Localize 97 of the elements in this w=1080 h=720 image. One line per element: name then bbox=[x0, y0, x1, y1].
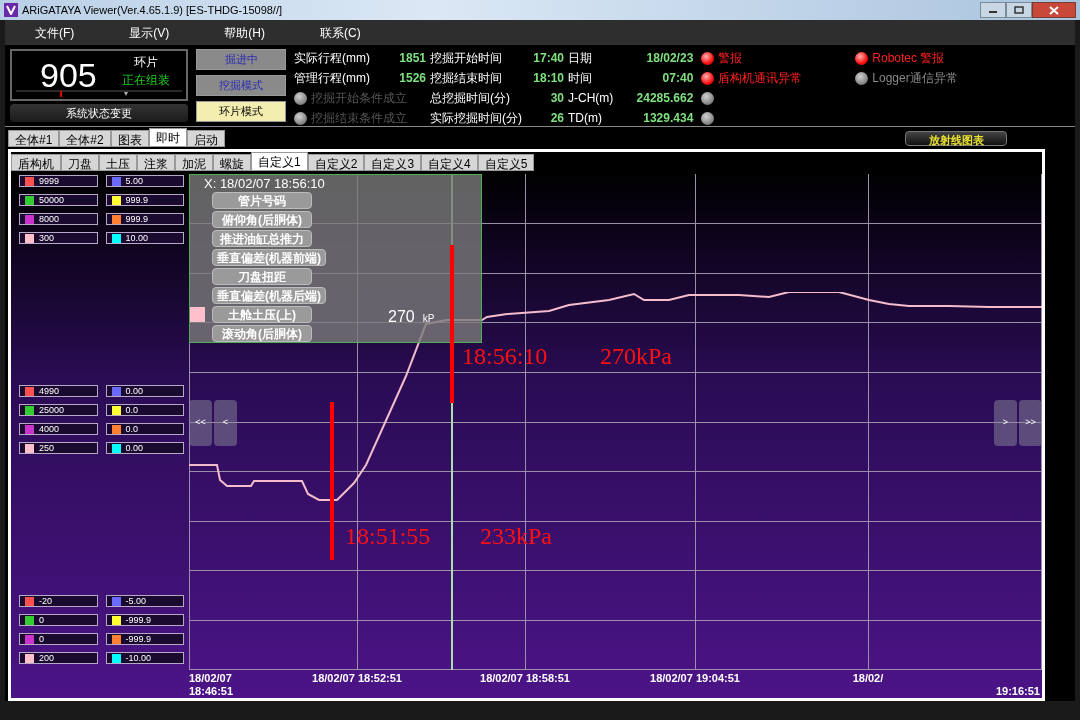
reading-value: 26 bbox=[549, 110, 564, 127]
reading-value: 07:40 bbox=[661, 70, 694, 87]
axis-label: 18/02/ bbox=[852, 672, 884, 685]
tab[interactable]: 自定义5 bbox=[477, 154, 535, 171]
legend-value: -20 bbox=[39, 596, 52, 606]
alarm-label: 警报 bbox=[718, 50, 743, 67]
reading-label: TD(m) bbox=[568, 109, 603, 127]
tooltip-value: 270 bbox=[388, 307, 415, 327]
ring-label: 环片 bbox=[134, 54, 158, 71]
legend-value: 250 bbox=[39, 443, 55, 453]
reading-value: 1329.434 bbox=[642, 110, 694, 127]
axis-label: 18/02/07 18:58:51 bbox=[480, 672, 570, 685]
tab[interactable]: 盾构机 bbox=[11, 154, 61, 171]
legend-value: 4990 bbox=[39, 386, 60, 396]
reading-label: 总挖掘时间(分) bbox=[430, 89, 511, 107]
condition-label: 挖掘开始条件成立 bbox=[311, 90, 407, 107]
legend-value: 0 bbox=[39, 634, 44, 644]
legend-value: 0.0 bbox=[125, 405, 138, 415]
legend-value: -5.00 bbox=[125, 596, 146, 606]
legend-value: 0 bbox=[39, 615, 44, 625]
reading-label: 日期 bbox=[568, 49, 593, 67]
legend-value: -999.9 bbox=[125, 634, 152, 644]
reading-value: 18/02/23 bbox=[645, 50, 694, 67]
legend-value: 9999 bbox=[39, 176, 60, 186]
axis-label: 18/02/07 18:52:51 bbox=[312, 672, 402, 685]
tab[interactable]: 图表 bbox=[110, 130, 149, 147]
menu-item[interactable]: 文件(F) bbox=[35, 23, 75, 42]
legend-value: 10.00 bbox=[125, 233, 149, 243]
maximize-icon bbox=[1014, 6, 1024, 14]
alarm-label: Robotec 警报 bbox=[872, 50, 945, 67]
tooltip-unit: kP bbox=[422, 312, 435, 326]
reading-value: 17:40 bbox=[532, 50, 564, 67]
annotation-reading: 270kPa bbox=[600, 344, 672, 368]
window-title: ARiGATAYA Viewer(Ver.4.65.1.9) [ES-THDG-15098//] bbox=[22, 2, 283, 18]
legend-value: 25000 bbox=[39, 405, 65, 415]
scroll-button[interactable]: > bbox=[994, 400, 1017, 446]
tab[interactable]: 加泥 bbox=[175, 154, 213, 171]
assembly-status: 正在组装 bbox=[122, 72, 170, 89]
scroll-button[interactable]: >> bbox=[1019, 400, 1042, 446]
legend-value: 0.00 bbox=[125, 386, 144, 396]
mode-button[interactable]: 环片模式 bbox=[196, 101, 286, 122]
reading-value: 1526 bbox=[398, 70, 426, 87]
system-state-button[interactable]: 系统状态变更 bbox=[10, 104, 188, 122]
reading-value: 30 bbox=[549, 90, 564, 107]
reading-label: 实际挖掘时间(分) bbox=[430, 109, 522, 127]
tab[interactable]: 自定义1 bbox=[251, 152, 308, 171]
legend-value: 0.0 bbox=[125, 424, 138, 434]
maximize-button[interactable] bbox=[1006, 2, 1032, 18]
radial-chart-button[interactable]: 放射线图表 bbox=[905, 131, 1007, 146]
scroll-button[interactable]: << bbox=[189, 400, 212, 446]
legend-value: 200 bbox=[39, 653, 55, 663]
tab[interactable]: 自定义3 bbox=[364, 154, 422, 171]
legend-value: 50000 bbox=[39, 195, 65, 205]
legend-value: 5.00 bbox=[125, 176, 144, 186]
app-logo-icon bbox=[4, 3, 18, 17]
menu-item[interactable]: 联系(C) bbox=[320, 23, 361, 42]
reading-value: 24285.662 bbox=[635, 90, 694, 107]
legend-value: 300 bbox=[39, 233, 55, 243]
tab[interactable]: 土压 bbox=[99, 154, 137, 171]
legend-value: 8000 bbox=[39, 214, 60, 224]
scroll-button[interactable]: < bbox=[214, 400, 237, 446]
ring-number: 905 bbox=[40, 58, 97, 92]
tab[interactable]: 启动 bbox=[186, 130, 225, 147]
tab[interactable]: 全体#1 bbox=[8, 130, 60, 147]
reading-label: 实际行程(mm) bbox=[294, 49, 370, 67]
reading-label: J-CH(m) bbox=[568, 89, 614, 107]
reading-label: 管理行程(mm) bbox=[294, 69, 370, 87]
tab[interactable]: 螺旋 bbox=[213, 154, 251, 171]
condition-label: 挖掘结束条件成立 bbox=[311, 110, 407, 127]
menu-item[interactable]: 帮助(H) bbox=[224, 23, 265, 42]
reading-label: 时间 bbox=[568, 69, 593, 87]
axis-label: 18/02/07 19:04:51 bbox=[650, 672, 740, 685]
alarm-label: Logger通信异常 bbox=[872, 70, 958, 87]
axis-label: 18/02/07 18:46:51 bbox=[189, 672, 234, 698]
tab[interactable]: 自定义2 bbox=[307, 154, 365, 171]
legend-value: 999.9 bbox=[125, 195, 149, 205]
tab[interactable]: 全体#2 bbox=[59, 130, 111, 147]
reading-label: 挖掘结束时间 bbox=[430, 69, 503, 87]
legend-value: -10.00 bbox=[125, 653, 152, 663]
reading-label: 挖掘开始时间 bbox=[430, 49, 503, 67]
tab[interactable]: 刀盘 bbox=[61, 154, 99, 171]
legend-value: 999.9 bbox=[125, 214, 149, 224]
tab[interactable]: 注浆 bbox=[137, 154, 175, 171]
close-button[interactable] bbox=[1032, 2, 1076, 18]
alarm-label: 盾构机通讯异常 bbox=[718, 70, 803, 87]
menu-item[interactable]: 显示(V) bbox=[129, 23, 170, 42]
reading-value: 18:10 bbox=[532, 70, 564, 87]
minimize-button[interactable] bbox=[980, 2, 1006, 18]
tooltip-time: X: 18/02/07 18:56:10 bbox=[204, 176, 326, 192]
legend-value: 4000 bbox=[39, 424, 60, 434]
tab[interactable]: 即时 bbox=[148, 128, 187, 147]
tab[interactable]: 自定义4 bbox=[421, 154, 478, 171]
legend-value: -999.9 bbox=[125, 615, 152, 625]
reading-value: 1851 bbox=[398, 50, 426, 67]
legend-value: 0.00 bbox=[125, 443, 144, 453]
axis-label: 19:16:51 bbox=[995, 685, 1040, 698]
close-icon bbox=[1049, 5, 1059, 15]
